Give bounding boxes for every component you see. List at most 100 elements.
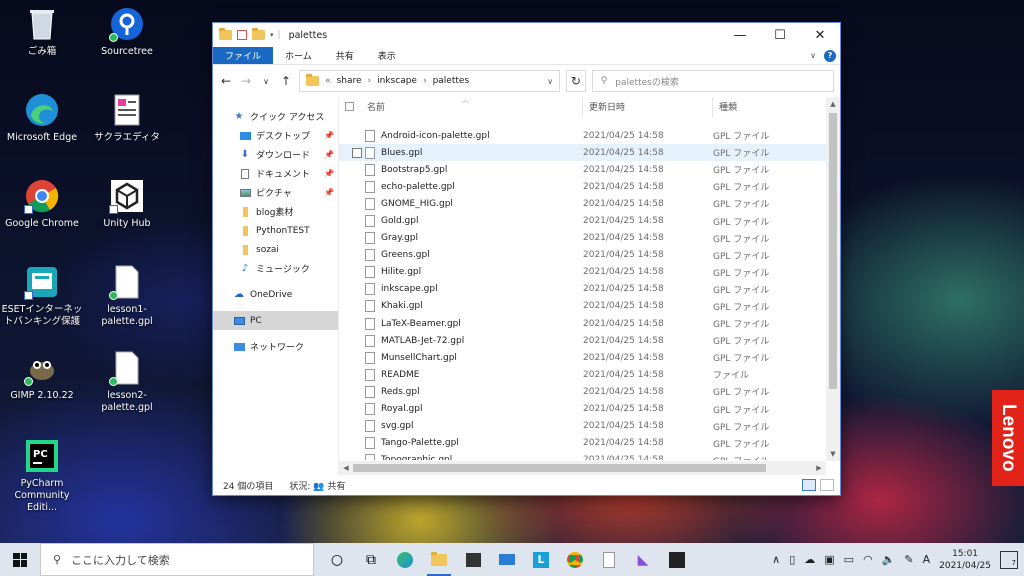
new-folder-icon[interactable] bbox=[252, 28, 265, 40]
desktop-icon-sourcetree[interactable]: Sourcetree bbox=[85, 6, 169, 58]
properties-icon[interactable] bbox=[237, 30, 247, 40]
file-row[interactable]: svg.gpl 2021/04/25 14:58 GPL ファイル bbox=[339, 418, 829, 435]
nav-item-onedrive[interactable]: ☁ OneDrive bbox=[213, 285, 338, 304]
task-view-icon[interactable]: ⧉ bbox=[354, 543, 388, 576]
vertical-scroll-thumb[interactable] bbox=[829, 113, 837, 389]
title-bar[interactable]: ▾ | palettes — ☐ ✕ bbox=[213, 23, 840, 47]
ime-indicator[interactable]: A bbox=[923, 553, 931, 566]
file-row[interactable]: inkscape.gpl 2021/04/25 14:58 GPL ファイル bbox=[339, 281, 829, 298]
search-input[interactable]: palettesの検索 bbox=[615, 75, 679, 88]
tray-media-icon[interactable]: ▣ bbox=[824, 553, 834, 566]
nav-item-pictures[interactable]: ピクチャ 📌 bbox=[213, 183, 338, 202]
pin-icon[interactable]: 📌 bbox=[324, 188, 334, 197]
tab-file[interactable]: ファイル bbox=[213, 47, 274, 64]
horizontal-scrollbar[interactable]: ◀ ▶ bbox=[339, 461, 826, 475]
back-button[interactable]: ← bbox=[219, 74, 233, 88]
address-bar[interactable]: « share › inkscape › palettes ∨ bbox=[299, 70, 561, 92]
file-row[interactable]: Greens.gpl 2021/04/25 14:58 GPL ファイル bbox=[339, 247, 829, 264]
large-icons-view-button[interactable] bbox=[820, 479, 834, 491]
taskbar-file-explorer-icon[interactable] bbox=[422, 543, 456, 576]
taskbar-store-icon[interactable] bbox=[456, 543, 490, 576]
taskbar-visual-studio-icon[interactable]: ◣ bbox=[626, 543, 660, 576]
pin-icon[interactable]: 📌 bbox=[324, 150, 334, 159]
forward-button[interactable]: → bbox=[239, 74, 253, 88]
file-row[interactable]: GNOME_HIG.gpl 2021/04/25 14:58 GPL ファイル bbox=[339, 195, 829, 212]
show-hidden-icons-chevron-icon[interactable]: ∧ bbox=[772, 553, 780, 566]
desktop-icon-lesson1-palette[interactable]: lesson1-palette.gpl bbox=[85, 264, 169, 328]
file-row[interactable]: MunsellChart.gpl 2021/04/25 14:58 GPL ファイル bbox=[339, 349, 829, 366]
battery-icon[interactable]: ▭ bbox=[844, 553, 854, 566]
recent-locations-chevron-icon[interactable]: ∨ bbox=[259, 77, 273, 86]
desktop-icon-gimp[interactable]: GIMP 2.10.22 bbox=[0, 350, 84, 402]
column-header-type[interactable]: 種類 bbox=[713, 97, 825, 117]
breadcrumb-inkscape[interactable]: inkscape bbox=[377, 76, 417, 86]
nav-item-network[interactable]: ネットワーク bbox=[213, 337, 338, 356]
file-row[interactable]: Khaki.gpl 2021/04/25 14:58 GPL ファイル bbox=[339, 298, 829, 315]
column-header-name[interactable]: 名前 bbox=[361, 96, 583, 117]
file-row[interactable]: Hilite.gpl 2021/04/25 14:58 GPL ファイル bbox=[339, 264, 829, 281]
breadcrumb-palettes[interactable]: palettes bbox=[433, 76, 470, 86]
nav-item-sozai[interactable]: sozai bbox=[213, 240, 338, 259]
pin-icon[interactable]: 📌 bbox=[324, 169, 334, 178]
file-row[interactable]: README 2021/04/25 14:58 ファイル bbox=[339, 366, 829, 383]
desktop-icon-lesson2-palette[interactable]: lesson2-palette.gpl bbox=[85, 350, 169, 414]
nav-item-pythontest[interactable]: PythonTEST bbox=[213, 221, 338, 240]
taskbar-launcher-icon[interactable]: L bbox=[524, 543, 558, 576]
desktop-icon-recycle-bin[interactable]: ごみ箱 bbox=[0, 6, 84, 58]
scroll-left-arrow-icon[interactable]: ◀ bbox=[339, 461, 353, 475]
taskbar-inkscape-icon[interactable] bbox=[660, 543, 694, 576]
expand-ribbon-chevron-icon[interactable]: ∨ bbox=[810, 51, 816, 60]
refresh-button[interactable]: ↻ bbox=[566, 70, 586, 92]
details-view-button[interactable] bbox=[802, 479, 816, 491]
help-icon[interactable]: ? bbox=[824, 49, 836, 62]
onedrive-tray-icon[interactable]: ☁ bbox=[804, 553, 815, 566]
nav-item-documents[interactable]: ドキュメント 📌 bbox=[213, 164, 338, 183]
up-button[interactable]: ↑ bbox=[279, 74, 293, 88]
wifi-icon[interactable]: ◠ bbox=[863, 553, 873, 566]
taskbar-mail-icon[interactable] bbox=[490, 543, 524, 576]
breadcrumb-separator-icon[interactable]: › bbox=[368, 76, 372, 86]
action-center-icon[interactable]: 7 bbox=[1000, 550, 1018, 569]
pen-workspace-icon[interactable]: ✎ bbox=[904, 553, 913, 566]
desktop-icon-chrome[interactable]: Google Chrome bbox=[0, 178, 84, 230]
file-row[interactable]: Royal.gpl 2021/04/25 14:58 GPL ファイル bbox=[339, 401, 829, 418]
breadcrumb-separator-icon[interactable]: › bbox=[423, 76, 427, 86]
row-checkbox[interactable] bbox=[352, 147, 362, 158]
cortana-icon[interactable]: ○ bbox=[320, 543, 354, 576]
customize-toolbar-chevron-icon[interactable]: ▾ bbox=[270, 31, 274, 39]
column-header-date[interactable]: 更新日時 bbox=[583, 96, 713, 117]
file-row[interactable]: Gold.gpl 2021/04/25 14:58 GPL ファイル bbox=[339, 212, 829, 229]
file-row[interactable]: Bootstrap5.gpl 2021/04/25 14:58 GPL ファイル bbox=[339, 161, 829, 178]
desktop-icon-edge[interactable]: Microsoft Edge bbox=[0, 92, 84, 144]
search-box[interactable]: ⚲ palettesの検索 bbox=[591, 70, 834, 92]
tab-view[interactable]: 表示 bbox=[366, 47, 408, 64]
nav-item-music[interactable]: ♪ ミュージック bbox=[213, 259, 338, 278]
file-row[interactable]: LaTeX-Beamer.gpl 2021/04/25 14:58 GPL ファイル bbox=[339, 315, 829, 332]
vertical-scrollbar[interactable]: ▲ ▼ bbox=[826, 97, 840, 461]
scroll-down-arrow-icon[interactable]: ▼ bbox=[826, 447, 840, 461]
scroll-up-arrow-icon[interactable]: ▲ bbox=[826, 97, 840, 111]
file-row[interactable]: Reds.gpl 2021/04/25 14:58 GPL ファイル bbox=[339, 383, 829, 400]
pin-icon[interactable]: 📌 bbox=[324, 131, 334, 140]
nav-item-pc[interactable]: PC bbox=[213, 311, 338, 330]
file-row[interactable]: Topographic.gpl 2021/04/25 14:58GPL ファイル bbox=[339, 452, 829, 460]
desktop-icon-eset[interactable]: ESETインターネットバンキング保護 bbox=[0, 264, 84, 328]
tab-share[interactable]: 共有 bbox=[324, 47, 366, 64]
breadcrumb-overflow-icon[interactable]: « bbox=[325, 76, 331, 86]
desktop-icon-unity-hub[interactable]: Unity Hub bbox=[85, 178, 169, 230]
nav-quick-access[interactable]: ★ クイック アクセス bbox=[213, 107, 338, 126]
tab-home[interactable]: ホーム bbox=[273, 47, 324, 64]
nav-item-desktop[interactable]: デスクトップ 📌 bbox=[213, 126, 338, 145]
file-row[interactable]: MATLAB-Jet-72.gpl 2021/04/25 14:58 GPL ファイ… bbox=[339, 332, 829, 349]
taskbar-search-box[interactable]: ⚲ ここに入力して検索 bbox=[40, 543, 314, 576]
nav-item-blog-sozai[interactable]: blog素材 bbox=[213, 202, 338, 221]
taskbar-search-input[interactable]: ここに入力して検索 bbox=[71, 552, 170, 568]
scroll-right-arrow-icon[interactable]: ▶ bbox=[812, 461, 826, 475]
close-button[interactable]: ✕ bbox=[800, 23, 840, 47]
file-row[interactable]: Gray.gpl 2021/04/25 14:58 GPL ファイル bbox=[339, 230, 829, 247]
maximize-button[interactable]: ☐ bbox=[760, 23, 800, 47]
start-button[interactable] bbox=[0, 543, 40, 576]
taskbar-sakura-editor-icon[interactable] bbox=[592, 543, 626, 576]
file-row[interactable]: Blues.gpl 2021/04/25 14:58 GPL ファイル bbox=[339, 144, 829, 162]
horizontal-scroll-thumb[interactable] bbox=[353, 464, 766, 472]
